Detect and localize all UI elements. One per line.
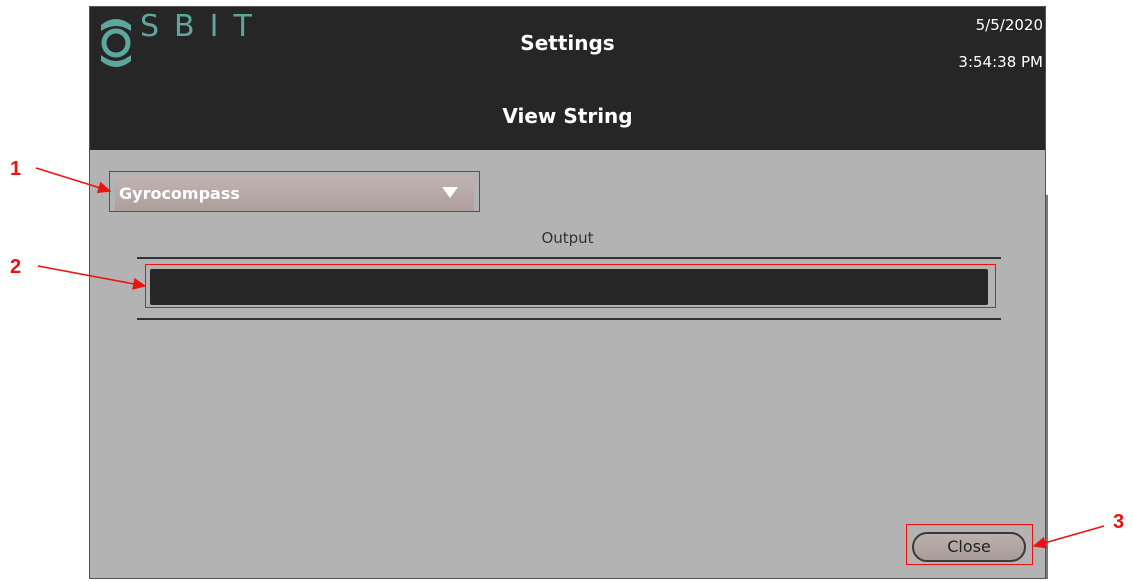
callout-arrows (35, 167, 1105, 549)
callout-arrow-2 (37, 265, 147, 290)
callout-arrow-1 (35, 167, 112, 194)
callout-arrow-3 (1032, 525, 1105, 549)
